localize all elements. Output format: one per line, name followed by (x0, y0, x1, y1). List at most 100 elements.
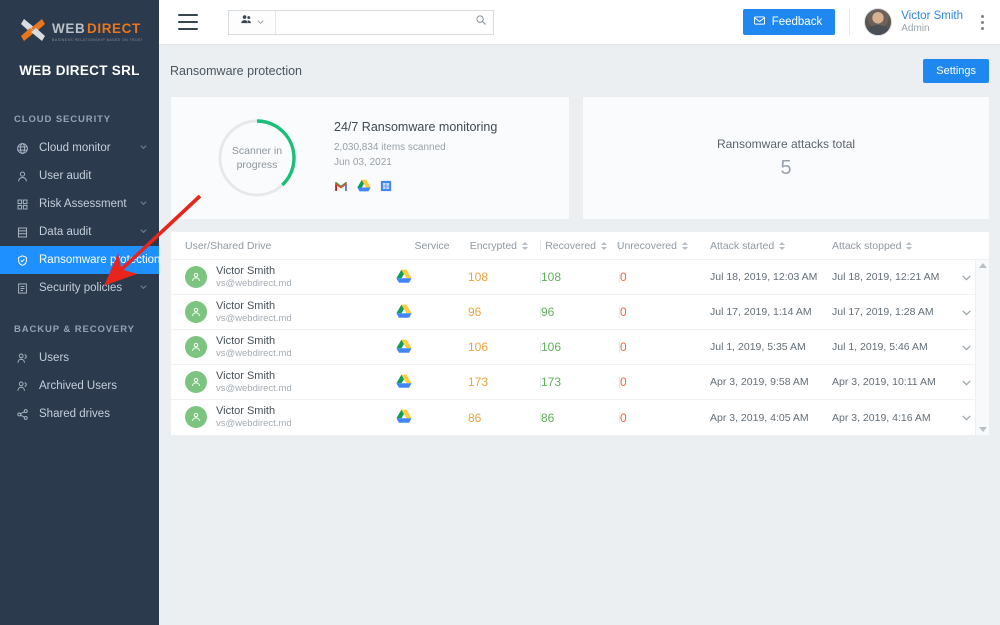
scan-progress-donut: Scanner in progress (215, 116, 299, 200)
encrypted-value: 106 (468, 340, 489, 354)
sidebar-item-ransomware-protection[interactable]: Ransomware protection (0, 246, 159, 274)
sidebar-item-risk-assessment[interactable]: Risk Assessment (0, 190, 159, 218)
attack-stopped-value: Jul 17, 2019, 1:28 AM (832, 306, 934, 318)
avatar (185, 370, 207, 393)
sidebar-section-backup-recovery: BACKUP & RECOVERY (14, 324, 135, 335)
sidebar-item-security-policies[interactable]: Security policies (0, 274, 159, 302)
service-cell (396, 269, 468, 286)
attack-started-value: Apr 3, 2019, 4:05 AM (710, 411, 809, 424)
search-field-wrap (276, 11, 493, 34)
globe-icon (14, 140, 30, 156)
attacks-total-value: 5 (780, 156, 792, 179)
sort-icon (779, 241, 786, 250)
google-drive-icon (396, 269, 412, 286)
sidebar-item-label: Ransomware protection (39, 254, 159, 266)
avatar (185, 335, 207, 358)
donut-label-line2: progress (236, 159, 278, 171)
column-label: Recovered (545, 239, 596, 252)
sidebar-item-cloud-monitor[interactable]: Cloud monitor (0, 134, 159, 162)
sidebar-item-label: Security policies (39, 282, 123, 294)
sidebar-item-user-audit[interactable]: User audit (0, 162, 159, 190)
monitoring-title: 24/7 Ransomware monitoring (334, 119, 498, 134)
table-row[interactable]: Victor Smith vs@webdirect.md 106 106 0 Jul 1,… (171, 330, 989, 365)
table-row[interactable]: Victor Smith vs@webdirect.md 96 96 0 Jul 17, … (171, 295, 989, 330)
database-icon (14, 224, 30, 240)
table-row[interactable]: Victor Smith vs@webdirect.md 86 86 0 Apr 3, 2… (171, 400, 989, 435)
feedback-label: Feedback (771, 16, 823, 28)
attacks-total-label: Ransomware attacks total (716, 136, 856, 151)
sidebar-item-label: Archived Users (39, 380, 117, 392)
donut-label-line1: Scanner in (231, 144, 283, 157)
column-label: Encrypted (469, 239, 517, 252)
encrypted-value: 86 (468, 410, 482, 425)
service-cell (396, 304, 468, 321)
column-header-recovered[interactable]: Recovered (541, 232, 619, 259)
scroll-down-icon[interactable] (978, 427, 987, 432)
people-icon (240, 13, 253, 31)
gmail-icon (334, 179, 348, 197)
sidebar-item-archived-users[interactable]: Archived Users (0, 372, 159, 400)
sort-icon (522, 241, 528, 250)
sidebar-item-label: Risk Assessment (39, 198, 127, 210)
row-user-email: vs@webdirect.md (216, 277, 292, 289)
person-icon (14, 168, 30, 184)
column-label: Unrecovered (616, 239, 677, 252)
google-drive-icon (396, 304, 412, 321)
sidebar-item-data-audit[interactable]: Data audit (0, 218, 159, 246)
user-menu[interactable]: Victor Smith Admin (864, 8, 963, 36)
recovered-value: 106 (541, 340, 562, 354)
service-cell (396, 339, 468, 356)
recovered-value: 86 (541, 410, 555, 425)
attack-started-value: Jul 17, 2019, 1:14 AM (710, 306, 812, 318)
column-header-expand (944, 232, 989, 259)
table-scrollbar[interactable] (975, 260, 989, 435)
scroll-up-icon[interactable] (978, 263, 987, 268)
sidebar-item-label: Cloud monitor (39, 142, 111, 154)
table-row[interactable]: Victor Smith vs@webdirect.md 108 108 0 Jul 18… (171, 260, 989, 295)
kebab-menu-icon[interactable] (981, 14, 984, 30)
company-name: WEB DIRECT SRL (19, 63, 140, 78)
shield-check-icon (14, 252, 30, 268)
envelope-icon (753, 14, 766, 30)
grid-icon (14, 196, 30, 212)
column-header-attack-stopped[interactable]: Attack stopped (822, 232, 944, 259)
attack-started-value: Apr 3, 2019, 9:58 AM (710, 376, 809, 388)
service-cell (396, 409, 468, 426)
row-user-email: vs@webdirect.md (216, 418, 292, 430)
search-scope-dropdown[interactable] (229, 10, 276, 34)
unrecovered-value: 0 (620, 305, 627, 319)
avatar (185, 265, 207, 288)
search-icon[interactable] (475, 13, 487, 31)
table-row[interactable]: Victor Smith vs@webdirect.md 173 173 0 Apr 3,… (171, 365, 989, 400)
user-cell: Victor Smith vs@webdirect.md (171, 369, 396, 396)
sidebar-item-users[interactable]: Users (0, 344, 159, 372)
unrecovered-value: 0 (620, 375, 627, 389)
users-icon (14, 350, 30, 366)
attack-started-value: Jul 1, 2019, 5:35 AM (710, 341, 806, 353)
column-header-unrecovered[interactable]: Unrecovered (616, 232, 700, 259)
brand-logo-block: WEB DIRECT BUSINESS RELATIONSHIP BASED O… (0, 0, 159, 78)
page-header: Ransomware protection Settings (159, 45, 1000, 97)
column-header-encrypted[interactable]: Encrypted (468, 232, 540, 259)
search-input[interactable] (284, 16, 475, 28)
column-header-attack-started[interactable]: Attack started (700, 232, 822, 259)
google-drive-icon (396, 374, 412, 391)
unrecovered-value: 0 (620, 270, 627, 284)
feedback-button[interactable]: Feedback (742, 9, 836, 35)
hamburger-icon[interactable] (178, 14, 198, 30)
unrecovered-value: 0 (620, 340, 627, 354)
column-header-user: User/Shared Drive (185, 239, 272, 252)
sidebar-item-label: Data audit (39, 226, 92, 238)
recovered-value: 96 (541, 305, 555, 319)
chevron-down-icon (256, 13, 265, 31)
encrypted-value: 108 (468, 270, 489, 284)
scanner-card: Scanner in progress 24/7 Ransomware moni… (170, 96, 570, 220)
sidebar-item-shared-drives[interactable]: Shared drives (0, 400, 159, 428)
sort-icon (682, 241, 688, 250)
row-user-email: vs@webdirect.md (216, 382, 292, 394)
top-bar: Feedback Victor Smith Admin (159, 0, 1000, 45)
svg-text:DIRECT: DIRECT (87, 21, 141, 36)
row-user-name: Victor Smith (216, 334, 276, 347)
user-cell: Victor Smith vs@webdirect.md (171, 264, 396, 291)
settings-button[interactable]: Settings (923, 59, 989, 83)
